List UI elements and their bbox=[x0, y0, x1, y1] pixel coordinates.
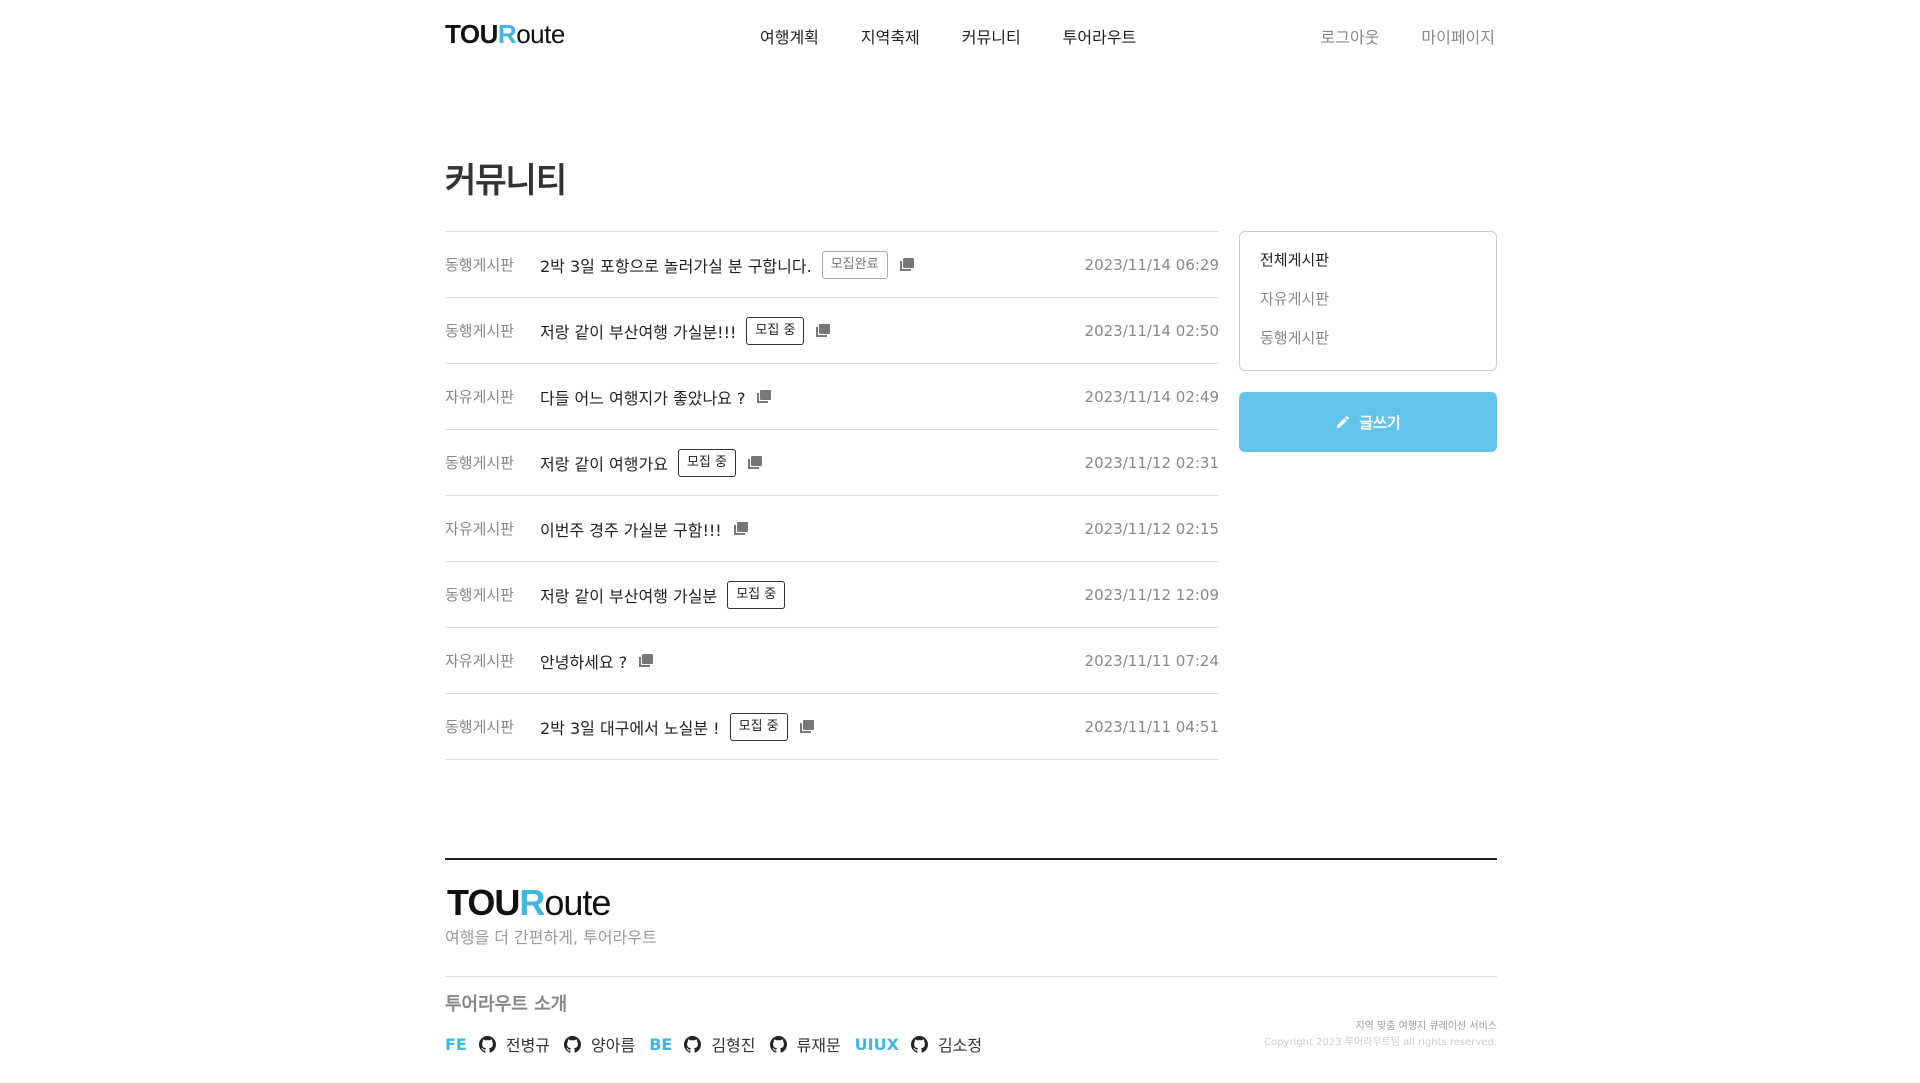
post-date: 2023/11/12 02:31 bbox=[1084, 453, 1219, 472]
footer-about: 투어라우트 소개 bbox=[445, 994, 568, 1015]
mypage-link[interactable]: 마이페이지 bbox=[1421, 24, 1495, 48]
post-date: 2023/11/14 02:50 bbox=[1084, 321, 1219, 340]
header: TOURoute 여행계획 지역축제 커뮤니티 투어라우트 로그아웃 마이페이지 bbox=[445, 20, 1495, 50]
recruit-status-badge: 모집 중 bbox=[729, 712, 788, 741]
board-filter-all[interactable]: 전체게시판 bbox=[1260, 248, 1476, 287]
write-button[interactable]: 글쓰기 bbox=[1239, 392, 1497, 452]
post-list: 동행게시판 2박 3일 포항으로 놀러가실 분 구합니다. 모집완료 2023/11/… bbox=[445, 231, 1219, 760]
post-date: 2023/11/14 06:29 bbox=[1084, 255, 1219, 274]
github-icon[interactable] bbox=[478, 1035, 496, 1053]
recruit-status-badge: 모집 중 bbox=[746, 316, 805, 345]
main-nav: 여행계획 지역축제 커뮤니티 투어라우트 bbox=[760, 24, 1136, 48]
post-category: 동행게시판 bbox=[445, 256, 515, 274]
post-row[interactable]: 동행게시판 저랑 같이 부산여행 가실분 모집 중 2023/11/12 12:09 bbox=[445, 562, 1219, 628]
footer-divider bbox=[445, 858, 1497, 860]
logo-text-tou: TOU bbox=[445, 19, 498, 49]
post-row[interactable]: 동행게시판 저랑 같이 부산여행 가실분!!! 모집 중 2023/11/14 02:… bbox=[445, 298, 1219, 364]
write-button-label: 글쓰기 bbox=[1359, 413, 1401, 432]
image-attachment-icon bbox=[733, 522, 748, 535]
post-row[interactable]: 자유게시판 다들 어느 여행지가 좋았나요 ? 2023/11/14 02:49 bbox=[445, 364, 1219, 430]
post-date: 2023/11/12 12:09 bbox=[1084, 585, 1219, 604]
post-category: 동행게시판 bbox=[445, 718, 515, 736]
post-category: 자유게시판 bbox=[445, 520, 515, 538]
team-role-label: FE bbox=[445, 1034, 467, 1054]
team-member-name: 김소정 bbox=[937, 1036, 983, 1055]
post-category: 동행게시판 bbox=[445, 454, 515, 472]
footer-slogan: 여행을 더 간편하게, 투어라우트 bbox=[445, 928, 657, 947]
image-attachment-icon bbox=[747, 456, 762, 469]
footer-logo: TOURoute bbox=[447, 882, 611, 923]
board-filter-companion[interactable]: 동행게시판 bbox=[1260, 326, 1476, 365]
post-category: 동행게시판 bbox=[445, 322, 515, 340]
nav-item-travel-plan[interactable]: 여행계획 bbox=[760, 24, 819, 48]
post-title[interactable]: 이번주 경주 가실분 구함!!! bbox=[540, 517, 722, 541]
footer-service: 지역 맞춤 여행지 큐레이션 서비스 bbox=[1355, 1021, 1497, 1032]
post-row[interactable]: 자유게시판 안녕하세요 ? 2023/11/11 07:24 bbox=[445, 628, 1219, 694]
post-row[interactable]: 자유게시판 이번주 경주 가실분 구함!!! 2023/11/12 02:15 bbox=[445, 496, 1219, 562]
logo-text-oute: oute bbox=[516, 19, 565, 49]
footer-copyright: Copyright 2023 투어라우트팀 all rights reserve… bbox=[1264, 1037, 1497, 1048]
post-date: 2023/11/11 04:51 bbox=[1084, 717, 1219, 736]
team-member-name: 류재문 bbox=[796, 1036, 841, 1055]
post-title[interactable]: 저랑 같이 여행가요 bbox=[540, 451, 668, 475]
logo-text-r: R bbox=[497, 19, 517, 49]
team-member-name: 전병규 bbox=[505, 1036, 551, 1055]
nav-item-festival[interactable]: 지역축제 bbox=[861, 24, 920, 48]
image-attachment-icon bbox=[899, 258, 914, 271]
user-nav: 로그아웃 마이페이지 bbox=[1321, 24, 1496, 48]
image-attachment-icon bbox=[799, 720, 814, 733]
github-icon[interactable] bbox=[769, 1035, 787, 1053]
board-filter-free[interactable]: 자유게시판 bbox=[1260, 287, 1476, 326]
team-member-name: 김형진 bbox=[711, 1036, 756, 1055]
recruit-status-badge: 모집 중 bbox=[677, 448, 736, 477]
github-icon[interactable] bbox=[684, 1035, 702, 1053]
recruit-status-badge: 모집완료 bbox=[821, 250, 888, 279]
post-category: 자유게시판 bbox=[445, 652, 515, 670]
image-attachment-icon bbox=[816, 324, 831, 337]
recruit-status-badge: 모집 중 bbox=[727, 580, 786, 609]
team-member-name: 양아름 bbox=[591, 1036, 636, 1055]
post-row[interactable]: 동행게시판 2박 3일 대구에서 노실분 ! 모집 중 2023/11/11 04:5… bbox=[445, 694, 1219, 760]
team-members: FE 전병규 양아름 BE 김형진 류재문 UIUX 김소정 bbox=[445, 1032, 996, 1056]
post-row[interactable]: 동행게시판 2박 3일 포항으로 놀러가실 분 구합니다. 모집완료 2023/11/… bbox=[445, 232, 1219, 298]
post-date: 2023/11/11 07:24 bbox=[1084, 651, 1219, 670]
post-category: 자유게시판 bbox=[445, 388, 515, 406]
board-filter: 전체게시판 자유게시판 동행게시판 bbox=[1239, 231, 1497, 371]
logo[interactable]: TOURoute bbox=[445, 20, 565, 48]
footer-logo-text-oute: oute bbox=[544, 882, 611, 923]
post-title[interactable]: 저랑 같이 부산여행 가실분 bbox=[540, 583, 717, 607]
post-title[interactable]: 저랑 같이 부산여행 가실분!!! bbox=[540, 319, 736, 343]
nav-item-tour-route[interactable]: 투어라우트 bbox=[1063, 24, 1137, 48]
post-category: 동행게시판 bbox=[445, 586, 515, 604]
pencil-icon bbox=[1337, 415, 1350, 428]
post-date: 2023/11/12 02:15 bbox=[1084, 519, 1219, 538]
image-attachment-icon bbox=[757, 390, 772, 403]
team-role-label: BE bbox=[649, 1034, 673, 1054]
logout-link[interactable]: 로그아웃 bbox=[1321, 24, 1380, 48]
footer-logo-text-tou: TOU bbox=[447, 882, 520, 923]
github-icon[interactable] bbox=[910, 1035, 928, 1053]
team-role-label: UIUX bbox=[854, 1034, 899, 1054]
post-row[interactable]: 동행게시판 저랑 같이 여행가요 모집 중 2023/11/12 02:31 bbox=[445, 430, 1219, 496]
post-date: 2023/11/14 02:49 bbox=[1084, 387, 1219, 406]
github-icon[interactable] bbox=[564, 1035, 582, 1053]
footer-logo-text-r: R bbox=[519, 882, 545, 923]
image-attachment-icon bbox=[639, 654, 654, 667]
post-title[interactable]: 2박 3일 포항으로 놀러가실 분 구합니다. bbox=[540, 253, 812, 277]
post-title[interactable]: 2박 3일 대구에서 노실분 ! bbox=[540, 715, 720, 739]
post-title[interactable]: 안녕하세요 ? bbox=[540, 649, 627, 673]
footer-separator bbox=[445, 976, 1497, 977]
post-title[interactable]: 다들 어느 여행지가 좋았나요 ? bbox=[540, 385, 745, 409]
page-title: 커뮤니티 bbox=[445, 161, 567, 201]
nav-item-community[interactable]: 커뮤니티 bbox=[962, 24, 1021, 48]
